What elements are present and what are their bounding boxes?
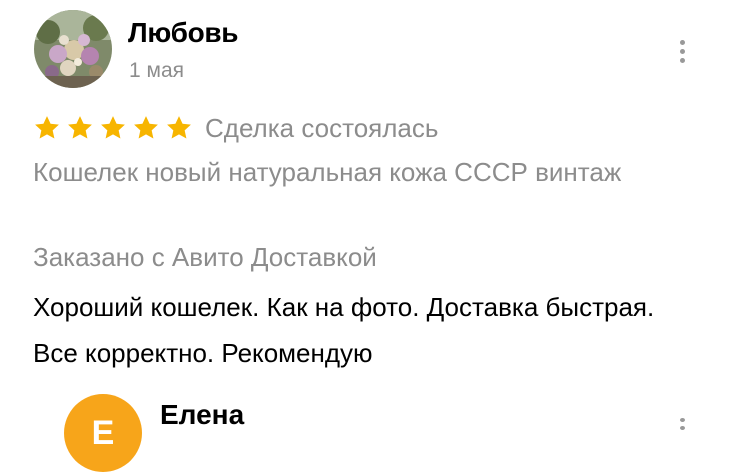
review-text: Хороший кошелек. Как на фото. Доставка б… xyxy=(33,292,655,368)
more-vertical-icon[interactable] xyxy=(668,418,696,430)
avatar[interactable]: Е xyxy=(64,394,142,472)
star-rating xyxy=(33,114,193,142)
deal-status: Сделка состоялась xyxy=(205,113,439,143)
menu-dot xyxy=(679,57,685,63)
star-icon xyxy=(167,116,191,139)
more-vertical-icon[interactable] xyxy=(668,34,696,68)
flowers-photo-avatar xyxy=(34,10,112,88)
rating-row: Сделка состоялась xyxy=(33,112,438,144)
menu-dot xyxy=(679,426,685,430)
author-name[interactable]: Елена xyxy=(160,398,244,432)
menu-dot xyxy=(679,39,685,45)
star-icon xyxy=(101,116,125,139)
menu-dot xyxy=(679,48,685,54)
star-icon xyxy=(68,116,92,139)
item-title[interactable]: Кошелек новый натуральная кожа СССР винт… xyxy=(33,152,673,192)
star-icon xyxy=(35,116,59,139)
star-icon xyxy=(134,116,158,139)
menu-dot xyxy=(679,418,685,422)
review-card-next: Е Елена xyxy=(0,380,743,472)
author-name[interactable]: Любовь xyxy=(128,16,239,50)
review-date: 1 мая xyxy=(129,59,185,82)
avatar[interactable] xyxy=(34,10,112,88)
delivery-note: Заказано с Авито Доставкой xyxy=(33,242,377,272)
